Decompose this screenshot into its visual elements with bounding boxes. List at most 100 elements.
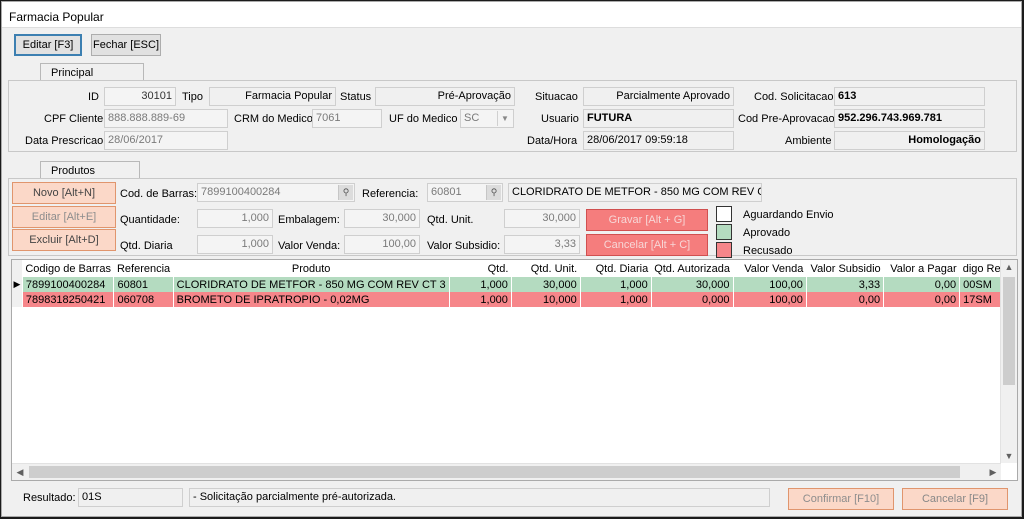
data-prescricao-field[interactable]: 28/06/2017 (104, 131, 228, 150)
scroll-left-icon[interactable]: ◀ (12, 467, 28, 478)
legend-swatch-recusado (716, 242, 732, 258)
embalagem-field[interactable]: 30,000 (344, 209, 420, 228)
table-cell: 3,33 (806, 277, 885, 292)
cpf-field[interactable]: 888.888.889-69 (104, 109, 228, 128)
search-icon[interactable]: ⚲ (486, 185, 501, 200)
qtd-unit-field[interactable]: 30,000 (504, 209, 580, 228)
horizontal-scroll-thumb[interactable] (29, 466, 960, 478)
cod-barras-value: 7899100400284 (201, 186, 281, 198)
table-cell: 1,000 (580, 277, 652, 292)
column-header[interactable]: Valor Subsidio (806, 260, 884, 277)
table-cell: 100,00 (733, 292, 807, 307)
legend-label-aprovado: Aprovado (743, 227, 791, 239)
qtd-unit-label: Qtd. Unit. (427, 214, 474, 226)
table-cell: 1,000 (449, 292, 512, 307)
title-bar: Farmacia Popular (2, 2, 1021, 28)
crm-field[interactable]: 7061 (312, 109, 382, 128)
table-cell: 0,00 (806, 292, 885, 307)
cod-pre-aprovacao-field[interactable]: 952.296.743.969.781 (834, 109, 985, 128)
table-cell: BROMETO DE IPRATROPIO - 0,02MG (173, 292, 450, 307)
valor-venda-label: Valor Venda: (278, 240, 341, 252)
table-cell: 60801 (113, 277, 174, 292)
id-field[interactable]: 30101 (104, 87, 176, 106)
horizontal-scrollbar[interactable]: ◀ ▶ (12, 463, 1001, 480)
gravar-button[interactable]: Gravar [Alt + G] (586, 209, 708, 231)
cancelar-produto-button[interactable]: Cancelar [Alt + C] (586, 234, 708, 256)
table-row[interactable]: 7898318250421 060708 BROMETO DE IPRATROPIO… (12, 292, 1017, 307)
valor-venda-field[interactable]: 100,00 (344, 235, 420, 254)
vertical-scroll-thumb[interactable] (1003, 277, 1015, 385)
column-header[interactable]: Qtd. Autorizada (651, 260, 734, 277)
status-label: Status (340, 91, 372, 103)
table-cell: 0,00 (883, 277, 961, 292)
table-cell: 0,000 (651, 292, 734, 307)
table-cell: 1,000 (449, 277, 512, 292)
column-header[interactable]: Qtd. Unit. (511, 260, 581, 277)
legend-label-aguardando: Aguardando Envio (743, 209, 834, 221)
confirmar-button[interactable]: Confirmar [F10] (788, 488, 894, 510)
cod-pre-aprovacao-label: Cod Pre-Aprovacao (738, 113, 835, 125)
embalagem-label: Embalagem: (278, 214, 340, 226)
produtos-grid[interactable]: Codigo de Barras Referencia Produto Qtd. Qtd… (11, 259, 1018, 481)
cancelar-button[interactable]: Cancelar [F9] (902, 488, 1008, 510)
search-icon[interactable]: ⚲ (338, 185, 353, 200)
column-header[interactable]: Qtd. (449, 260, 512, 277)
quantidade-field[interactable]: 1,000 (197, 209, 273, 228)
cod-barras-field[interactable]: 7899100400284 ⚲ (197, 183, 355, 202)
uf-select[interactable]: SC ▼ (460, 109, 514, 128)
close-button[interactable]: Fechar [ESC] (91, 34, 161, 56)
scroll-down-icon[interactable]: ▼ (1001, 451, 1017, 461)
table-cell: 1,000 (580, 292, 652, 307)
data-prescricao-label: Data Prescricao (25, 135, 104, 147)
situacao-field[interactable]: Parcialmente Aprovado (583, 87, 734, 106)
editar-produto-button[interactable]: Editar [Alt+E] (12, 206, 116, 228)
header-indicator (12, 260, 23, 277)
column-header[interactable]: Referencia (113, 260, 174, 277)
column-header[interactable]: Qtd. Diaria (580, 260, 652, 277)
table-row[interactable]: ▶ 7899100400284 60801 CLORIDRATO DE METFOR … (12, 277, 1017, 292)
qtd-diaria-field[interactable]: 1,000 (197, 235, 273, 254)
tab-principal: Principal (40, 63, 144, 81)
table-cell: 7898318250421 (22, 292, 115, 307)
vertical-scrollbar[interactable]: ▲ ▼ (1000, 260, 1017, 463)
column-header[interactable]: Codigo de Barras (22, 260, 114, 277)
valor-subsidio-field[interactable]: 3,33 (504, 235, 580, 254)
table-cell: 100,00 (733, 277, 807, 292)
datahora-field[interactable]: 28/06/2017 09:59:18 (583, 131, 734, 150)
id-label: ID (88, 91, 99, 103)
edit-button[interactable]: Editar [F3] (14, 34, 82, 56)
referencia-value: 60801 (431, 186, 462, 198)
scroll-up-icon[interactable]: ▲ (1001, 262, 1017, 272)
status-bar: Resultado: 01S - Solicitação parcialment… (2, 485, 1021, 515)
table-cell: 7899100400284 (22, 277, 115, 292)
scroll-right-icon[interactable]: ▶ (985, 467, 1001, 478)
produtos-table: Codigo de Barras Referencia Produto Qtd. Qtd… (12, 260, 1017, 307)
cod-barras-label: Cod. de Barras: (120, 188, 198, 200)
tipo-field[interactable]: Farmacia Popular (209, 87, 336, 106)
referencia-field[interactable]: 60801 ⚲ (427, 183, 503, 202)
usuario-field[interactable]: FUTURA (583, 109, 734, 128)
crm-label: CRM do Medico (234, 113, 313, 125)
tab-produtos-label: Produtos (51, 165, 96, 177)
table-cell: 10,000 (511, 292, 581, 307)
table-cell: 0,00 (883, 292, 961, 307)
resultado-label: Resultado: (23, 492, 76, 504)
status-field[interactable]: Pré-Aprovação (375, 87, 515, 106)
status-message: - Solicitação parcialmente pré-autorizad… (189, 488, 770, 507)
situacao-label: Situacao (535, 91, 578, 103)
column-header[interactable]: Valor Venda (733, 260, 807, 277)
quantidade-label: Quantidade: (120, 214, 180, 226)
table-cell: CLORIDRATO DE METFOR - 850 MG COM REV CT… (173, 277, 450, 292)
column-header[interactable]: Produto (173, 260, 450, 277)
novo-button[interactable]: Novo [Alt+N] (12, 182, 116, 204)
ambiente-label: Ambiente (785, 135, 832, 147)
cod-solicitacao-field[interactable]: 613 (834, 87, 985, 106)
column-header[interactable]: Valor a Pagar (883, 260, 960, 277)
legend-swatch-aprovado (716, 224, 732, 240)
farmacia-popular-window: Farmacia Popular Editar [F3] Fechar [ESC… (1, 1, 1022, 517)
ambiente-field[interactable]: Homologação (834, 131, 985, 150)
current-row-arrow-icon: ▶ (12, 277, 23, 292)
produto-descricao-field[interactable]: CLORIDRATO DE METFOR - 850 MG COM REV CT… (508, 183, 762, 202)
excluir-button[interactable]: Excluir [Alt+D] (12, 229, 116, 251)
legend-label-recusado: Recusado (743, 245, 793, 257)
